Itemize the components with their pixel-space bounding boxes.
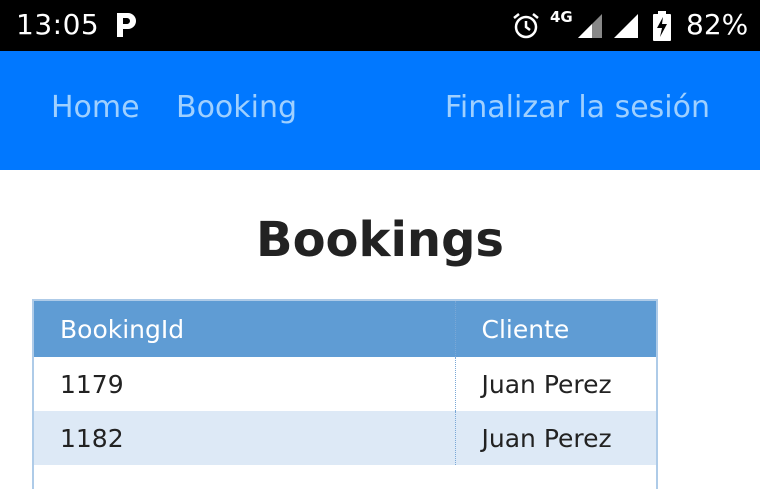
table-row: 1179 Juan Perez: [34, 357, 656, 411]
battery-percentage: 82%: [686, 8, 749, 41]
booking-id-cell: 1179: [60, 369, 124, 399]
table-header-row: BookingId Cliente: [34, 301, 656, 357]
status-bar: 13:05 4G 82%: [0, 0, 760, 51]
logout-link[interactable]: Finalizar la sesión: [445, 90, 710, 125]
client-cell: Juan Perez: [454, 411, 656, 465]
booking-id-cell: 1182: [34, 411, 455, 465]
nav-home-link[interactable]: Home: [51, 90, 140, 125]
page-title: Bookings: [255, 212, 504, 268]
signal-icon: [576, 14, 602, 38]
signal-icon: [612, 14, 638, 38]
top-navbar: Home Booking Finalizar la sesión: [0, 51, 760, 170]
bookings-table: BookingId Cliente 1179 Juan Perez 1182 J…: [32, 299, 658, 489]
p-icon: [113, 11, 139, 39]
battery-charging-icon: [652, 11, 672, 41]
column-header-cliente: Cliente: [454, 301, 656, 357]
status-time: 13:05: [16, 8, 100, 41]
column-header-bookingid: BookingId: [34, 301, 455, 357]
network-type: 4G: [550, 8, 573, 26]
table-row: 1182 Juan Perez: [34, 411, 656, 465]
alarm-icon: [511, 11, 541, 41]
nav-booking-link[interactable]: Booking: [176, 90, 297, 125]
client-cell: Juan Perez: [454, 357, 656, 411]
